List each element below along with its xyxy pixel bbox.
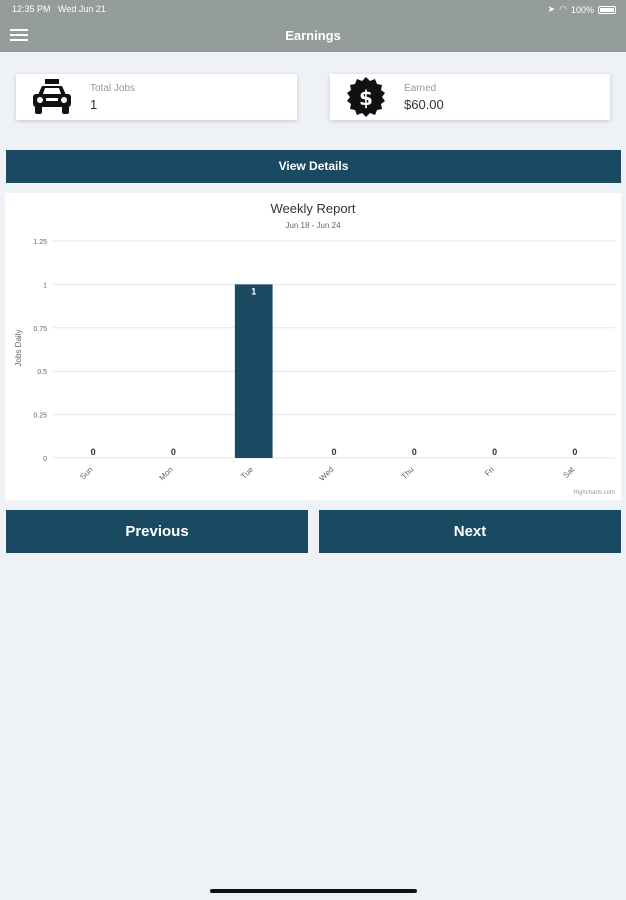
svg-text:$: $ <box>359 86 373 110</box>
status-right: ➤ ◠ 100% <box>548 4 616 15</box>
y-tick-label: 0.75 <box>33 326 47 333</box>
x-tick-label: Sat <box>561 465 576 480</box>
battery-percent: 100% <box>570 4 594 15</box>
status-time-date: 12:35 PM Wed Jun 21 <box>12 4 106 14</box>
wifi-icon: ◠ <box>559 4 567 14</box>
chart-credits: Highcharts.com <box>573 490 615 496</box>
home-indicator <box>210 889 417 893</box>
data-label: 1 <box>251 286 256 296</box>
x-tick-label: Fri <box>483 465 496 478</box>
taxi-icon <box>30 77 74 117</box>
earned-value: $60.00 <box>404 97 444 112</box>
y-tick-label: 0 <box>43 456 47 463</box>
data-label: 0 <box>171 447 176 457</box>
x-tick-label: Thu <box>400 465 416 481</box>
y-tick-label: 0.25 <box>33 413 47 420</box>
earned-card: $ Earned $60.00 <box>330 74 610 120</box>
weekly-report-chart: Weekly Report Jun 18 - Jun 24 Jobs Daily… <box>5 193 621 500</box>
chart-svg: Weekly Report Jun 18 - Jun 24 Jobs Daily… <box>14 201 615 496</box>
chart-y-axis-label: Jobs Daily <box>14 330 23 367</box>
status-bar: 12:35 PM Wed Jun 21 ➤ ◠ 100% <box>0 0 626 18</box>
x-tick-label: Tue <box>239 465 255 481</box>
data-label: 0 <box>91 447 96 457</box>
nav-bar: Earnings <box>0 18 626 52</box>
location-icon: ➤ <box>547 4 556 14</box>
chart-subtitle: Jun 18 - Jun 24 <box>285 221 341 230</box>
total-jobs-label: Total Jobs <box>90 83 136 94</box>
next-button[interactable]: Next <box>319 510 621 553</box>
data-label: 0 <box>572 447 577 457</box>
status-time: 12:35 PM <box>12 4 51 14</box>
earned-label: Earned <box>404 83 437 94</box>
chart-bar[interactable] <box>234 284 273 458</box>
total-jobs-value: 1 <box>90 97 98 112</box>
data-label: 0 <box>412 447 417 457</box>
dollar-badge-icon: $ <box>344 77 388 117</box>
x-tick-label: Mon <box>157 465 174 482</box>
total-jobs-card: Total Jobs 1 <box>16 74 297 120</box>
view-details-button[interactable]: View Details <box>6 150 621 183</box>
status-date: Wed Jun 21 <box>58 4 106 14</box>
data-label: 0 <box>492 447 497 457</box>
x-tick-label: Sun <box>78 465 94 481</box>
y-tick-label: 0.5 <box>37 369 47 376</box>
x-tick-label: Wed <box>318 465 336 483</box>
y-tick-label: 1.25 <box>33 239 47 246</box>
chart-title: Weekly Report <box>270 201 355 216</box>
y-tick-label: 1 <box>43 282 47 289</box>
previous-button[interactable]: Previous <box>6 510 308 553</box>
battery-icon <box>598 5 616 14</box>
page-title: Earnings <box>285 28 341 43</box>
data-label: 0 <box>331 447 336 457</box>
